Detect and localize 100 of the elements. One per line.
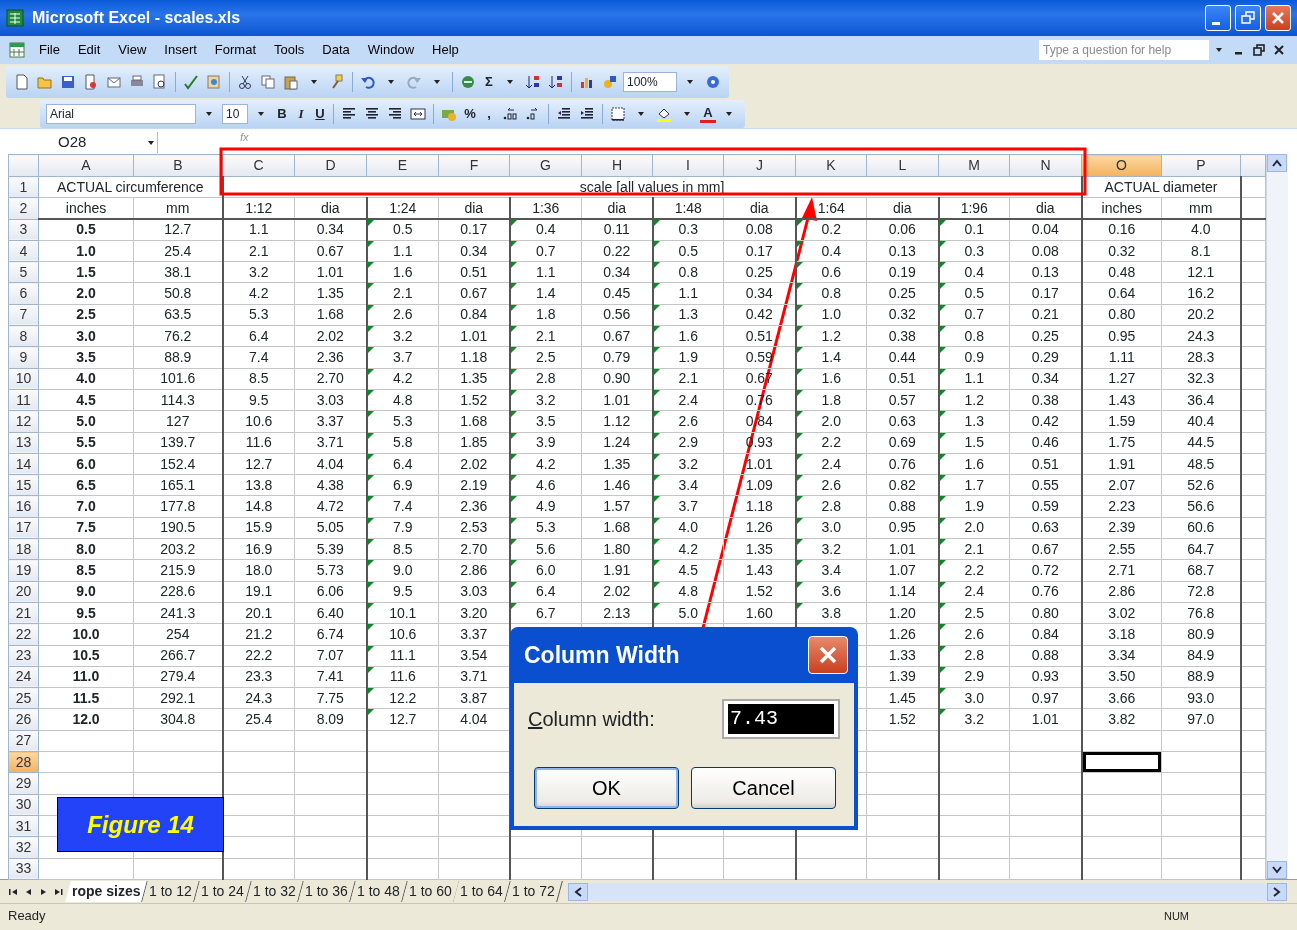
italic-button[interactable]: I bbox=[293, 104, 309, 124]
row-header[interactable]: 16 bbox=[8, 495, 39, 518]
underline-button[interactable]: U bbox=[312, 104, 328, 124]
row-header[interactable]: 21 bbox=[8, 602, 39, 624]
increase-indent-icon[interactable] bbox=[579, 106, 595, 122]
save-icon[interactable] bbox=[60, 74, 76, 90]
column-header[interactable]: F bbox=[438, 154, 510, 177]
sheet-tab[interactable]: 1 to 48 bbox=[350, 881, 408, 902]
align-left-icon[interactable] bbox=[341, 106, 357, 122]
row-header[interactable]: 11 bbox=[8, 389, 39, 411]
scroll-left-button[interactable] bbox=[568, 882, 589, 901]
spelling-icon[interactable] bbox=[183, 74, 199, 90]
sheet-tab[interactable]: rope sizes bbox=[65, 881, 149, 902]
column-header[interactable]: G bbox=[509, 154, 582, 177]
zoom-dropdown[interactable]: 100% bbox=[623, 72, 677, 92]
sheet-tab[interactable]: 1 to 72 bbox=[505, 881, 563, 902]
autosum-button[interactable]: Σ bbox=[481, 72, 497, 92]
row-header[interactable]: 8 bbox=[8, 325, 39, 347]
menu-item[interactable]: Help bbox=[423, 40, 468, 60]
email-icon[interactable] bbox=[106, 74, 122, 90]
row-header[interactable]: 4 bbox=[8, 240, 39, 262]
comma-style-button[interactable]: , bbox=[481, 104, 497, 124]
percent-button[interactable]: % bbox=[462, 104, 478, 124]
sheet-tab[interactable]: 1 to 24 bbox=[194, 881, 252, 902]
row-header[interactable]: 17 bbox=[8, 517, 39, 539]
minimize-button[interactable] bbox=[1205, 5, 1231, 31]
column-header[interactable]: O bbox=[1081, 154, 1162, 177]
sheet-tab[interactable]: 1 to 32 bbox=[246, 881, 304, 902]
row-header[interactable]: 22 bbox=[8, 623, 39, 646]
sort-descending-icon[interactable] bbox=[548, 74, 564, 90]
column-header[interactable]: I bbox=[652, 154, 724, 177]
vertical-scrollbar[interactable] bbox=[1266, 154, 1288, 879]
restore-icon[interactable] bbox=[1251, 42, 1267, 58]
row-header[interactable]: 32 bbox=[8, 836, 39, 858]
row-header[interactable]: 25 bbox=[8, 687, 39, 709]
font-color-button[interactable]: A bbox=[700, 105, 716, 123]
column-header[interactable]: A bbox=[38, 154, 134, 177]
column-header[interactable]: J bbox=[723, 154, 796, 177]
sheet-tab[interactable]: 1 to 60 bbox=[401, 881, 460, 902]
row-header[interactable]: 12 bbox=[8, 410, 39, 433]
menu-item[interactable]: Window bbox=[358, 40, 424, 60]
fill-color-icon[interactable] bbox=[656, 106, 672, 122]
menu-item[interactable]: File bbox=[30, 40, 69, 60]
row-header[interactable]: 13 bbox=[8, 432, 39, 454]
column-header[interactable]: H bbox=[581, 154, 653, 177]
active-cell[interactable] bbox=[1081, 751, 1162, 773]
scroll-down-button[interactable] bbox=[1267, 861, 1287, 879]
column-header[interactable]: C bbox=[222, 154, 295, 177]
row-header[interactable]: 9 bbox=[8, 346, 39, 369]
menu-item[interactable]: View bbox=[109, 40, 156, 60]
print-preview-icon[interactable] bbox=[152, 74, 168, 90]
new-document-icon[interactable] bbox=[14, 74, 30, 90]
row-header[interactable]: 29 bbox=[8, 772, 39, 795]
borders-icon[interactable] bbox=[610, 106, 626, 122]
undo-icon[interactable] bbox=[360, 74, 376, 90]
column-header[interactable]: E bbox=[366, 154, 439, 177]
row-header[interactable]: 5 bbox=[8, 261, 39, 283]
column-header[interactable]: L bbox=[866, 154, 939, 177]
bold-button[interactable]: B bbox=[274, 104, 290, 124]
font-name-dropdown[interactable]: Arial bbox=[46, 104, 196, 124]
row-header[interactable]: 7 bbox=[8, 304, 39, 326]
column-header[interactable]: B bbox=[133, 154, 223, 177]
cut-icon[interactable] bbox=[237, 74, 253, 90]
ok-button[interactable]: OK bbox=[534, 767, 679, 809]
horizontal-scrollbar[interactable] bbox=[568, 882, 1287, 901]
close-button[interactable] bbox=[1265, 5, 1291, 31]
align-center-icon[interactable] bbox=[364, 106, 380, 122]
column-header[interactable]: M bbox=[938, 154, 1010, 177]
merge-center-icon[interactable] bbox=[410, 106, 426, 122]
sheet-tab[interactable]: 1 to 36 bbox=[298, 881, 356, 902]
menu-item[interactable]: Edit bbox=[68, 40, 110, 60]
sort-ascending-icon[interactable] bbox=[525, 74, 541, 90]
row-header[interactable]: 20 bbox=[8, 581, 39, 603]
column-width-field[interactable]: 7.43 bbox=[722, 699, 840, 739]
scroll-right-button[interactable] bbox=[1267, 882, 1287, 901]
row-header[interactable]: 28 bbox=[8, 751, 39, 773]
row-header[interactable]: 18 bbox=[8, 538, 39, 560]
row-header[interactable]: 3 bbox=[8, 219, 39, 241]
column-header[interactable]: P bbox=[1161, 154, 1241, 177]
font-size-dropdown[interactable]: 10 bbox=[222, 104, 248, 124]
row-header[interactable]: 31 bbox=[8, 815, 39, 837]
open-folder-icon[interactable] bbox=[37, 74, 53, 90]
row-header[interactable]: 14 bbox=[8, 453, 39, 475]
row-header[interactable]: 10 bbox=[8, 368, 39, 390]
restore-button[interactable] bbox=[1235, 5, 1261, 31]
column-header[interactable]: D bbox=[294, 154, 367, 177]
name-box[interactable]: O28 bbox=[8, 132, 158, 153]
sheet-tab[interactable]: 1 to 64 bbox=[453, 881, 512, 902]
paste-icon[interactable] bbox=[283, 74, 299, 90]
row-header[interactable]: 30 bbox=[8, 794, 39, 816]
row-header[interactable]: 24 bbox=[8, 666, 39, 688]
menu-item[interactable]: Format bbox=[205, 40, 265, 60]
cancel-button[interactable]: Cancel bbox=[691, 767, 836, 809]
row-header[interactable]: 15 bbox=[8, 474, 39, 496]
decrease-indent-icon[interactable] bbox=[556, 106, 572, 122]
menu-item[interactable]: Insert bbox=[155, 40, 206, 60]
row-header[interactable]: 19 bbox=[8, 559, 39, 582]
menu-item[interactable]: Data bbox=[313, 40, 359, 60]
row-header[interactable]: 27 bbox=[8, 730, 39, 752]
column-header[interactable]: N bbox=[1009, 154, 1082, 177]
